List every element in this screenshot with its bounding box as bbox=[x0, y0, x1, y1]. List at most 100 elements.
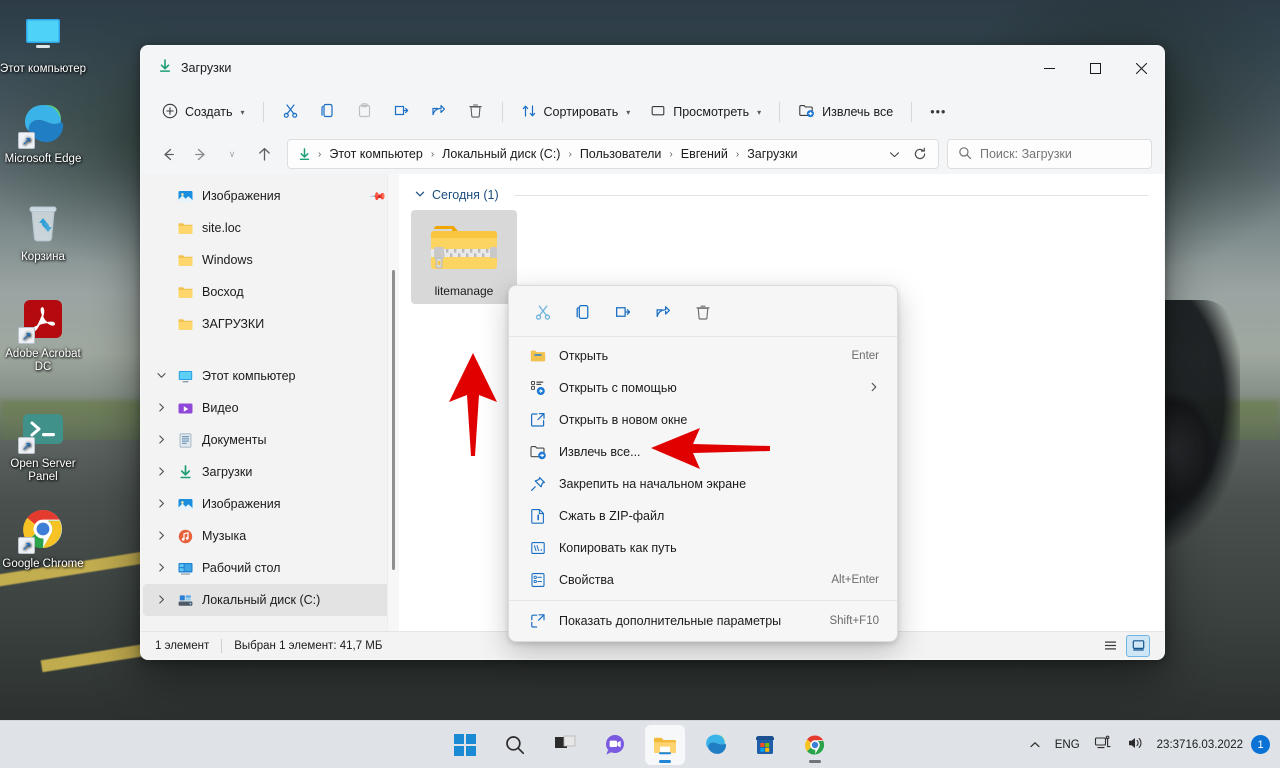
share-button[interactable] bbox=[421, 96, 456, 128]
copy-button[interactable] bbox=[310, 96, 345, 128]
microsoft-store-button[interactable] bbox=[745, 725, 785, 765]
group-header-today[interactable]: Сегодня (1) bbox=[399, 174, 1164, 208]
back-button[interactable] bbox=[153, 139, 183, 169]
view-button[interactable]: Просмотреть ▾ bbox=[641, 96, 770, 128]
desktop-icon-label: Open Server Panel bbox=[10, 458, 76, 483]
twisty-collapsed-icon[interactable] bbox=[153, 530, 169, 542]
maximize-button[interactable] bbox=[1072, 46, 1118, 90]
folder-icon bbox=[177, 220, 194, 237]
search-button[interactable] bbox=[495, 725, 535, 765]
sidebar-item-windows[interactable]: Windows bbox=[143, 244, 393, 276]
sidebar-item-pictures-quick[interactable]: Изображения 📌 bbox=[143, 180, 393, 212]
context-delete-button[interactable] bbox=[683, 296, 723, 328]
context-copy-button[interactable] bbox=[563, 296, 603, 328]
file-explorer-button[interactable] bbox=[645, 724, 685, 765]
start-button[interactable] bbox=[445, 725, 485, 765]
twisty-collapsed-icon[interactable] bbox=[153, 466, 169, 478]
desktop-icon-acrobat[interactable]: ↗ Adobe Acrobat DC bbox=[0, 295, 86, 374]
sort-icon bbox=[521, 103, 537, 122]
language-indicator[interactable]: ENG bbox=[1048, 727, 1087, 763]
this-pc-icon bbox=[177, 368, 194, 385]
context-item-show-more-options[interactable]: Показать дополнительные параметры Shift+… bbox=[513, 605, 893, 637]
pin-icon[interactable]: 📌 bbox=[369, 187, 388, 205]
context-cut-button[interactable] bbox=[523, 296, 563, 328]
twisty-collapsed-icon[interactable] bbox=[153, 402, 169, 414]
task-view-button[interactable] bbox=[545, 725, 585, 765]
desktop-icon-edge[interactable]: ↗ Microsoft Edge bbox=[0, 100, 86, 166]
close-button[interactable] bbox=[1118, 46, 1164, 90]
context-share-button[interactable] bbox=[643, 296, 683, 328]
breadcrumb-item-4[interactable]: Загрузки bbox=[742, 144, 802, 164]
up-button[interactable] bbox=[249, 139, 279, 169]
twisty-collapsed-icon[interactable] bbox=[153, 594, 169, 606]
sidebar-scrollbar-gutter[interactable] bbox=[387, 174, 399, 631]
search-box[interactable]: Поиск: Загрузки bbox=[947, 139, 1152, 169]
context-item-open[interactable]: Открыть Enter bbox=[513, 340, 893, 372]
twisty-collapsed-icon[interactable] bbox=[153, 498, 169, 510]
sidebar-item-zagruzki-caps[interactable]: ЗАГРУЗКИ bbox=[143, 308, 393, 340]
sidebar-item-music[interactable]: Музыка bbox=[143, 520, 393, 552]
breadcrumb-separator: › bbox=[735, 148, 740, 160]
chrome-button[interactable] bbox=[795, 725, 835, 765]
edge-button[interactable] bbox=[695, 725, 735, 765]
sidebar-item-downloads[interactable]: Загрузки bbox=[143, 456, 393, 488]
tray-overflow-button[interactable] bbox=[1022, 727, 1048, 763]
pictures-icon bbox=[177, 496, 194, 513]
refresh-button[interactable] bbox=[908, 142, 932, 166]
sidebar-item-site-loc[interactable]: site.loc bbox=[143, 212, 393, 244]
twisty-collapsed-icon[interactable] bbox=[153, 434, 169, 446]
sidebar-item-desktop[interactable]: Рабочий стол bbox=[143, 552, 393, 584]
context-item-compress-zip[interactable]: Сжать в ZIP-файл bbox=[513, 500, 893, 532]
sidebar-item-pictures[interactable]: Изображения bbox=[143, 488, 393, 520]
desktop-icon-open-server-panel[interactable]: ↗ Open Server Panel bbox=[0, 405, 86, 484]
sidebar-scrollbar-thumb[interactable] bbox=[392, 270, 395, 570]
more-options-button[interactable]: ••• bbox=[921, 96, 955, 128]
sidebar-item-videos[interactable]: Видео bbox=[143, 392, 393, 424]
list-view-button[interactable] bbox=[1098, 635, 1122, 657]
chat-button[interactable] bbox=[595, 725, 635, 765]
forward-button[interactable] bbox=[185, 139, 215, 169]
extract-all-button[interactable]: Извлечь все bbox=[789, 96, 902, 128]
language-label: ENG bbox=[1054, 738, 1080, 751]
minimize-button[interactable] bbox=[1026, 46, 1072, 90]
large-icons-view-button[interactable] bbox=[1126, 634, 1150, 657]
rename-button[interactable] bbox=[384, 96, 419, 128]
volume-icon-button[interactable] bbox=[1119, 727, 1151, 763]
file-item-litemanage[interactable]: litemanage bbox=[411, 210, 517, 304]
address-bar[interactable]: › Этот компьютер › Локальный диск (C:) ›… bbox=[287, 139, 939, 169]
network-icon-button[interactable] bbox=[1087, 727, 1119, 763]
desktop-icon bbox=[177, 560, 194, 577]
sidebar-item-voshod[interactable]: Восход bbox=[143, 276, 393, 308]
twisty-expanded-icon[interactable] bbox=[153, 371, 169, 382]
breadcrumb-item-3[interactable]: Евгений bbox=[676, 144, 733, 164]
paste-button[interactable] bbox=[347, 96, 382, 128]
sidebar-item-documents[interactable]: Документы bbox=[143, 424, 393, 456]
desktop-icon-recycle-bin[interactable]: Корзина bbox=[0, 198, 86, 264]
cut-button[interactable] bbox=[273, 96, 308, 128]
chevron-down-icon[interactable] bbox=[415, 189, 425, 201]
recent-locations-button[interactable]: ∨ bbox=[217, 139, 247, 169]
clock[interactable]: 23:37 16.03.2022 bbox=[1151, 727, 1251, 763]
system-tray: ENG 23:37 16.03.2022 1 bbox=[1022, 721, 1274, 768]
sort-button[interactable]: Сортировать ▾ bbox=[512, 96, 640, 128]
breadcrumb-separator: › bbox=[669, 148, 673, 160]
context-item-properties[interactable]: Свойства Alt+Enter bbox=[513, 564, 893, 596]
twisty-collapsed-icon[interactable] bbox=[153, 562, 169, 574]
context-rename-button[interactable] bbox=[603, 296, 643, 328]
sidebar-item-this-pc[interactable]: Этот компьютер bbox=[143, 360, 393, 392]
notification-badge[interactable]: 1 bbox=[1251, 735, 1270, 754]
new-button[interactable]: Создать ▾ bbox=[153, 96, 254, 128]
desktop-icon-chrome[interactable]: ↗ Google Chrome bbox=[0, 505, 86, 571]
desktop-icon-this-pc[interactable]: Этот компьютер bbox=[0, 10, 86, 76]
context-item-copy-as-path[interactable]: Копировать как путь bbox=[513, 532, 893, 564]
context-item-open-with[interactable]: Открыть с помощью bbox=[513, 372, 893, 404]
breadcrumb-item-2[interactable]: Пользователи bbox=[575, 144, 667, 164]
breadcrumb-item-1[interactable]: Локальный диск (C:) bbox=[437, 144, 565, 164]
window-titlebar[interactable]: Загрузки bbox=[141, 46, 1164, 90]
address-dropdown-button[interactable] bbox=[882, 142, 906, 166]
desktop-icon-label: Microsoft Edge bbox=[4, 153, 82, 165]
sidebar-item-local-disk-c[interactable]: Локальный диск (C:) bbox=[143, 584, 393, 616]
arrow-pointing-to-extract-all bbox=[648, 425, 773, 476]
breadcrumb-item-0[interactable]: Этот компьютер bbox=[324, 144, 427, 164]
delete-button[interactable] bbox=[458, 96, 493, 128]
